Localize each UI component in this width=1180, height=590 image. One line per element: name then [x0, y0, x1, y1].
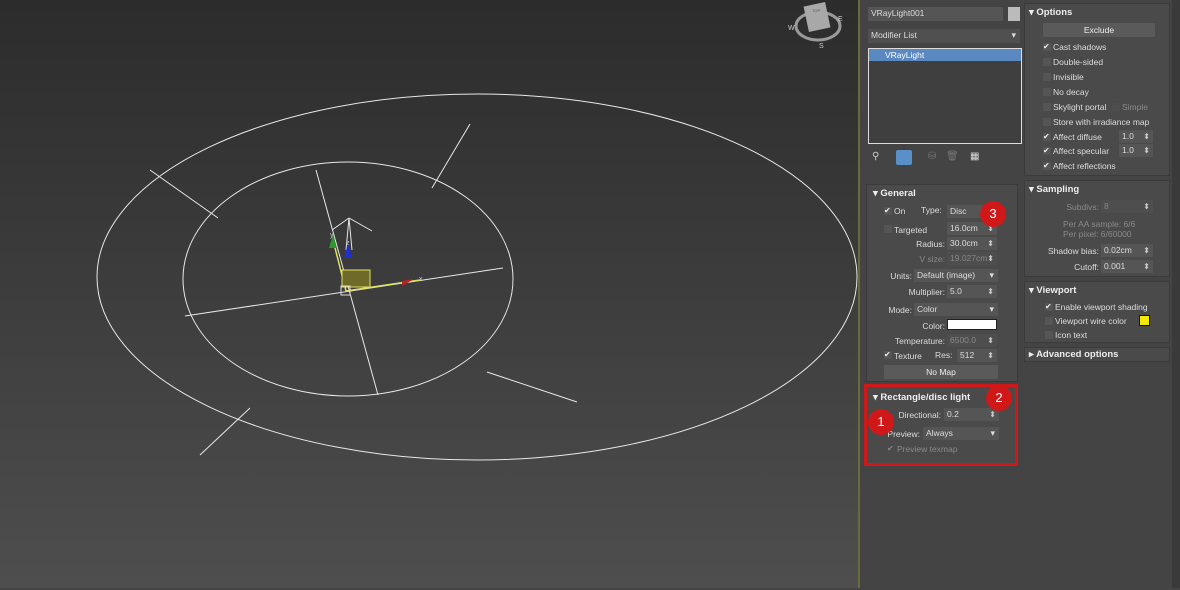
cast-shadows-label: Cast shadows [1053, 42, 1107, 52]
modify-panel: VRayLight001 Modifier List VRayLight ⚲ ⛁… [860, 0, 1022, 588]
res-spinner[interactable]: 512 [957, 349, 997, 362]
affect-diffuse-label: Affect diffuse [1053, 132, 1102, 142]
options-rollout: ▾ Options Exclude ✔ Cast shadows Double-s… [1024, 3, 1170, 176]
wire-color-swatch[interactable] [1139, 315, 1150, 326]
vsize-label: V size: [919, 254, 945, 264]
sampling-rollout: ▾ Sampling Subdivs: 8 Per AA sample: 6/6… [1024, 180, 1170, 277]
viewport[interactable]: y x z TOP W E S [0, 0, 858, 588]
transform-gizmo: y x z [329, 232, 423, 296]
double-sided-label: Double-sided [1053, 57, 1104, 67]
general-title[interactable]: ▾ General [873, 188, 916, 199]
multiplier-label: Multiplier: [908, 287, 945, 297]
per-aa-sample-text: Per AA sample: 6/6 [1063, 219, 1136, 229]
radius-spinner[interactable]: 30.0cm [947, 237, 997, 250]
units-label: Units: [890, 271, 912, 281]
units-dropdown[interactable]: Default (image) [914, 269, 998, 282]
affect-reflections-checkbox[interactable]: ✔ [1043, 162, 1051, 170]
viewport-wire-color-label: Viewport wire color [1055, 316, 1127, 326]
enable-viewport-shading-checkbox[interactable]: ✔ [1045, 303, 1053, 311]
svg-text:E: E [838, 16, 843, 23]
enable-viewport-shading-label: Enable viewport shading [1055, 302, 1148, 312]
modifier-list-dropdown[interactable]: Modifier List [868, 29, 1020, 43]
shadow-bias-label: Shadow bias: [1047, 246, 1099, 256]
advanced-options-rollout[interactable]: ▸ Advanced options [1024, 347, 1170, 362]
radius-label: Radius: [916, 239, 945, 249]
targeted-checkbox[interactable] [884, 225, 892, 233]
affect-specular-checkbox[interactable]: ✔ [1043, 147, 1051, 155]
double-sided-checkbox[interactable] [1043, 58, 1051, 66]
cast-shadows-checkbox[interactable]: ✔ [1043, 43, 1051, 51]
affect-specular-spinner[interactable]: 1.0 [1119, 144, 1153, 157]
exclude-button[interactable]: Exclude [1043, 23, 1155, 37]
object-color-swatch[interactable] [1008, 7, 1020, 21]
invisible-checkbox[interactable] [1043, 73, 1051, 81]
annotation-badge-1: 1 [868, 409, 894, 435]
svg-text:x: x [419, 276, 423, 283]
temperature-spinner[interactable]: 6500.0 [947, 334, 997, 347]
multiplier-spinner[interactable]: 5.0 [947, 285, 997, 298]
no-decay-checkbox[interactable] [1043, 88, 1051, 96]
texture-checkbox[interactable]: ✔ [884, 351, 892, 359]
svg-text:TOP: TOP [812, 8, 820, 13]
pin-stack-icon[interactable]: ⚲ [872, 151, 879, 162]
panel-scrollbar[interactable] [1172, 0, 1180, 588]
texture-label: Texture [894, 351, 922, 361]
simple-label: Simple [1122, 102, 1148, 112]
invisible-label: Invisible [1053, 72, 1084, 82]
on-label: On [894, 206, 906, 216]
advanced-options-title[interactable]: ▸ Advanced options [1029, 349, 1118, 360]
no-map-button[interactable]: No Map [884, 365, 998, 379]
no-decay-label: No decay [1053, 87, 1089, 97]
configure-modifier-sets-icon[interactable]: ▦ [970, 151, 979, 162]
viewcube[interactable]: TOP W E S [788, 1, 843, 50]
affect-diffuse-checkbox[interactable]: ✔ [1043, 133, 1051, 141]
viewport-wire-color-checkbox[interactable] [1045, 317, 1053, 325]
type-label: Type: [921, 205, 942, 215]
subdivs-spinner[interactable]: 8 [1101, 200, 1153, 213]
cutoff-label: Cutoff: [1074, 262, 1099, 272]
store-irradiance-checkbox[interactable] [1043, 118, 1051, 126]
svg-text:y: y [330, 232, 334, 239]
targeted-label: Targeted [894, 225, 928, 235]
annotation-badge-3: 3 [980, 201, 1006, 227]
modifier-stack[interactable]: VRayLight [868, 48, 1022, 144]
object-name-input[interactable]: VRayLight001 [868, 7, 1003, 21]
store-irradiance-label: Store with irradiance map [1053, 117, 1150, 127]
remove-modifier-icon[interactable]: 🗑 [946, 151, 959, 162]
vsize-spinner[interactable]: 19.027cm [947, 252, 997, 265]
simple-checkbox[interactable] [1112, 103, 1120, 111]
per-pixel-text: Per pixel: 6/60000 [1063, 229, 1132, 239]
res-label: Res: [935, 350, 953, 360]
stack-item-vraylight[interactable]: VRayLight [869, 49, 1021, 61]
skylight-portal-checkbox[interactable] [1043, 103, 1051, 111]
viewport-rollout: ▾ Viewport ✔ Enable viewport shading View… [1024, 281, 1170, 343]
outer-disc-outline [96, 93, 858, 461]
make-unique-icon[interactable]: ⛁ [928, 151, 936, 162]
cutoff-spinner[interactable]: 0.001 [1101, 260, 1153, 273]
show-end-result-icon[interactable] [896, 150, 912, 165]
svg-text:z: z [346, 240, 350, 247]
icon-text-checkbox[interactable] [1045, 331, 1053, 339]
on-checkbox[interactable]: ✔ [884, 207, 892, 215]
mode-dropdown[interactable]: Color [914, 303, 998, 316]
subdivs-label: Subdivs: [1066, 202, 1099, 212]
skylight-portal-label: Skylight portal [1053, 102, 1107, 112]
icon-text-label: Icon text [1055, 330, 1088, 340]
svg-text:S: S [819, 43, 824, 50]
shadow-bias-spinner[interactable]: 0.02cm [1101, 244, 1153, 257]
sampling-title[interactable]: ▾ Sampling [1029, 184, 1079, 195]
temperature-label: Temperature: [894, 336, 945, 346]
options-title[interactable]: ▾ Options [1029, 7, 1072, 18]
svg-text:W: W [788, 25, 795, 32]
annotation-badge-2: 2 [986, 385, 1012, 411]
parameters-panel-right: ▾ Options Exclude ✔ Cast shadows Double-s… [1022, 0, 1172, 588]
mode-label: Mode: [888, 305, 912, 315]
affect-diffuse-spinner[interactable]: 1.0 [1119, 130, 1153, 143]
scene-wireframe: y x z TOP W E S [96, 1, 858, 461]
affect-specular-label: Affect specular [1053, 146, 1110, 156]
viewport-title[interactable]: ▾ Viewport [1029, 285, 1076, 296]
affect-reflections-label: Affect reflections [1053, 161, 1116, 171]
color-label: Color: [922, 321, 945, 331]
color-swatch[interactable] [947, 319, 997, 330]
